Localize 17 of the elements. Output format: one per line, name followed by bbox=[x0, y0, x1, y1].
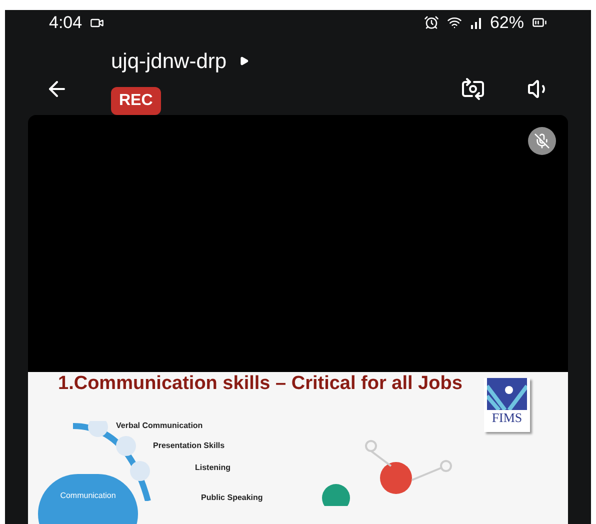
slide-title: 1.Communication skills – Critical for all Jobs bbox=[58, 374, 463, 394]
battery-percent: 62% bbox=[490, 12, 524, 34]
wifi-icon bbox=[446, 15, 462, 30]
signal-icon bbox=[470, 16, 482, 29]
hub-label: Communication bbox=[60, 490, 116, 502]
skill-label: Listening bbox=[195, 462, 231, 474]
skill-label: Presentation Skills bbox=[153, 440, 225, 452]
status-time: 4:04 bbox=[49, 12, 82, 34]
skill-label: Verbal Communication bbox=[116, 420, 203, 432]
recording-badge: REC bbox=[111, 87, 161, 115]
mic-off-icon bbox=[534, 133, 550, 149]
skill-label: Public Speaking bbox=[201, 492, 263, 504]
logo-text: FIMS bbox=[492, 410, 522, 426]
meeting-title[interactable]: ujq-jdnw-drp bbox=[111, 46, 227, 77]
alarm-icon bbox=[424, 15, 439, 30]
switch-camera-button[interactable] bbox=[461, 76, 485, 102]
play-caret-icon bbox=[238, 56, 249, 66]
